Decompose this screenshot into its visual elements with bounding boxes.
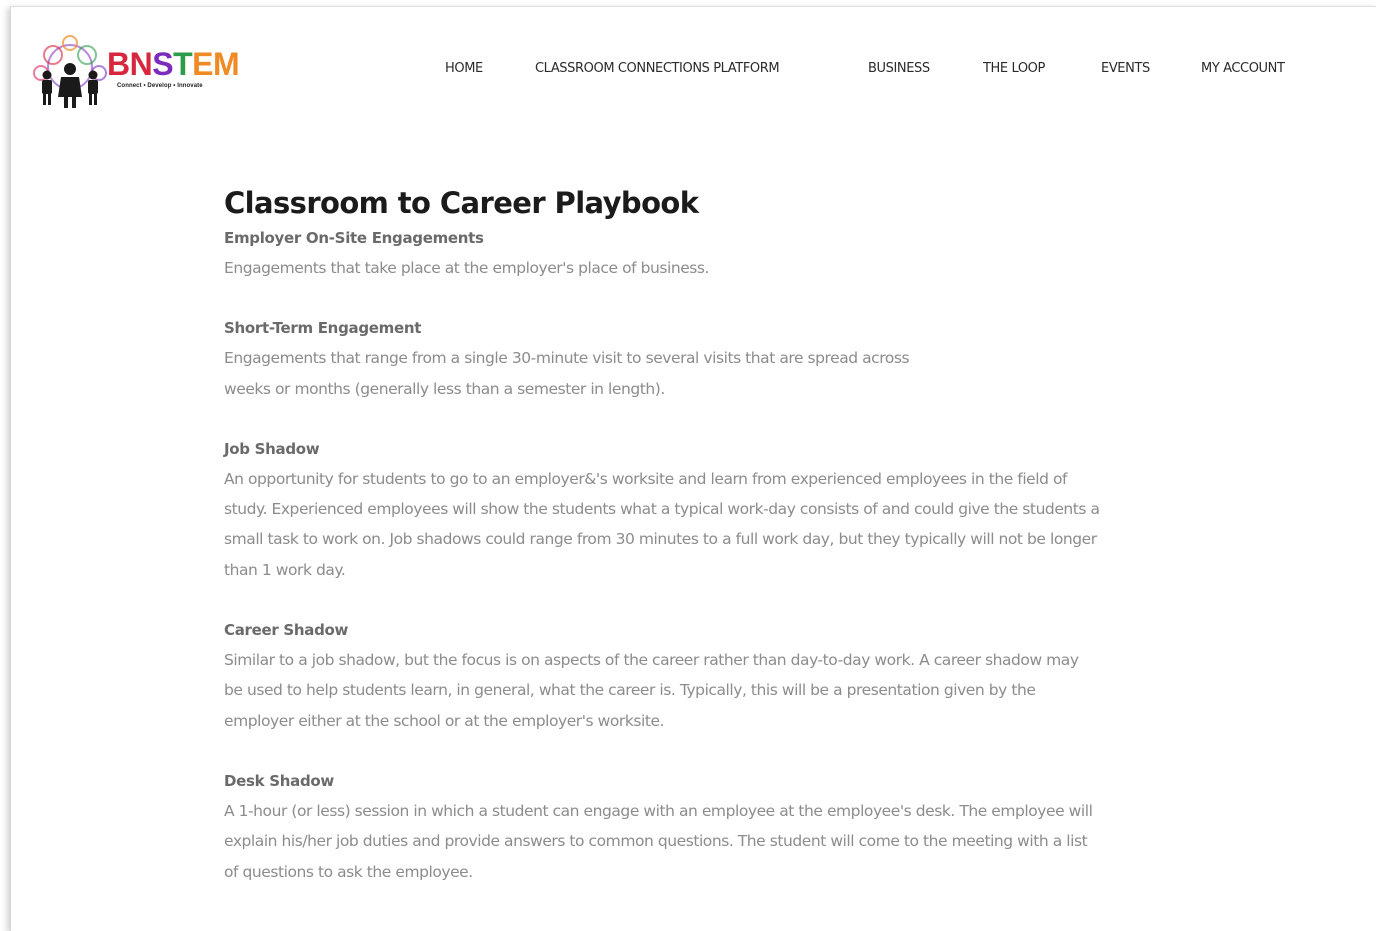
nav-my-account[interactable]: MY ACCOUNT (1201, 61, 1285, 77)
main-content: Classroom to Career Playbook Employer On… (224, 183, 1124, 887)
nav-business[interactable]: BUSINESS (868, 61, 930, 77)
section-heading: Career Shadow (224, 621, 349, 640)
section-body: An opportunity for students to go to an … (224, 469, 1100, 579)
nav-events[interactable]: EVENTS (1101, 61, 1150, 77)
section-heading: Short-Term Engagement (224, 319, 422, 338)
section-body: A 1-hour (or less) session in which a st… (224, 801, 1093, 881)
browser-page: BNSTEM Connect • Develop • Innovate HOME… (10, 6, 1376, 931)
nav-home[interactable]: HOME (445, 61, 483, 77)
section-short-term-engagement: Short-Term Engagement Engagements that r… (224, 313, 1124, 404)
section-heading: Job Shadow (224, 439, 320, 458)
main-nav: HOME CLASSROOM CONNECTIONS PLATFORM BUSI… (11, 61, 1376, 81)
section-body: Similar to a job shadow, but the focus i… (224, 651, 1079, 730)
nav-the-loop[interactable]: THE LOOP (983, 61, 1045, 77)
section-career-shadow: Career Shadow Similar to a job shadow, b… (224, 615, 1124, 736)
section-employer-on-site: Employer On-Site Engagements Engagements… (224, 223, 1124, 283)
section-body: Engagements that range from a single 30-… (224, 349, 910, 398)
section-body: Engagements that take place at the emplo… (224, 259, 710, 277)
section-desk-shadow: Desk Shadow A 1-hour (or less) session i… (224, 766, 1124, 887)
nav-classroom-connections-platform[interactable]: CLASSROOM CONNECTIONS PLATFORM (535, 61, 780, 77)
section-heading: Desk Shadow (224, 771, 334, 790)
site-header: BNSTEM Connect • Develop • Innovate HOME… (11, 7, 1376, 127)
logo-tagline: Connect • Develop • Innovate (117, 83, 203, 89)
section-job-shadow: Job Shadow An opportunity for students t… (224, 434, 1124, 585)
page-title: Classroom to Career Playbook (224, 186, 699, 220)
section-heading: Employer On-Site Engagements (224, 229, 484, 247)
